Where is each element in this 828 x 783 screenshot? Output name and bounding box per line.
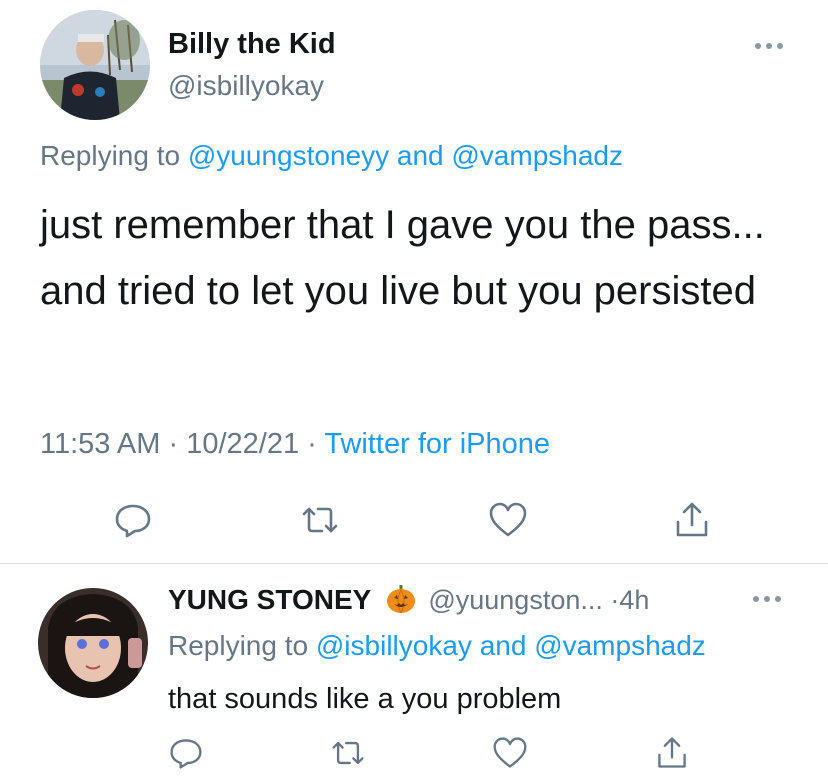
replying-prefix: Replying to bbox=[40, 140, 181, 171]
share-icon[interactable] bbox=[672, 500, 712, 540]
like-icon[interactable] bbox=[488, 500, 528, 540]
more-options-icon[interactable] bbox=[752, 40, 786, 52]
tweet-source[interactable]: Twitter for iPhone bbox=[324, 428, 550, 460]
reply-icon[interactable] bbox=[168, 735, 204, 771]
tweet-text: just remember that I gave you the pass..… bbox=[40, 203, 765, 313]
meta-separator: · bbox=[168, 428, 179, 460]
pumpkin-icon bbox=[385, 583, 417, 615]
divider bbox=[0, 563, 828, 564]
more-options-icon[interactable] bbox=[750, 593, 784, 605]
meta-separator: · bbox=[307, 428, 317, 460]
replying-and: and bbox=[479, 630, 527, 661]
tweet-time[interactable]: 11:53 AM bbox=[40, 428, 160, 460]
author-avatar[interactable] bbox=[40, 10, 150, 120]
reply-author-handle[interactable]: @yuungston... bbox=[428, 585, 603, 615]
replying-to-line: Replying to @isbillyokay and @vampshadz bbox=[168, 630, 706, 662]
replying-prefix: Replying to bbox=[168, 630, 309, 661]
reply-tweet-text: that sounds like a you problem bbox=[168, 683, 562, 715]
author-name[interactable]: Billy the Kid bbox=[168, 28, 336, 61]
retweet-icon[interactable] bbox=[330, 735, 366, 771]
reply-author-name[interactable]: YUNG STONEY bbox=[168, 584, 371, 615]
like-icon[interactable] bbox=[492, 735, 528, 771]
mention-link[interactable]: @yuungstoneyy bbox=[188, 140, 389, 171]
mention-link[interactable]: @vampshadz bbox=[451, 140, 623, 171]
retweet-icon[interactable] bbox=[300, 500, 340, 540]
reply-header: YUNG STONEY @yuungston... ·4h bbox=[168, 583, 649, 616]
tweet-meta: 11:53 AM · 10/22/21 · Twitter for iPhone bbox=[40, 428, 550, 461]
author-handle[interactable]: @isbillyokay bbox=[168, 70, 324, 102]
replying-to-line: Replying to @yuungstoneyy and @vampshadz bbox=[40, 140, 623, 172]
reply-author-avatar[interactable] bbox=[38, 588, 148, 698]
share-icon[interactable] bbox=[654, 735, 690, 771]
tweet-date[interactable]: 10/22/21 bbox=[186, 428, 299, 460]
mention-link[interactable]: @vampshadz bbox=[534, 630, 706, 661]
replying-and: and bbox=[396, 140, 444, 171]
mention-link[interactable]: @isbillyokay bbox=[316, 630, 472, 661]
reply-icon[interactable] bbox=[113, 500, 153, 540]
reply-age[interactable]: 4h bbox=[619, 585, 649, 615]
